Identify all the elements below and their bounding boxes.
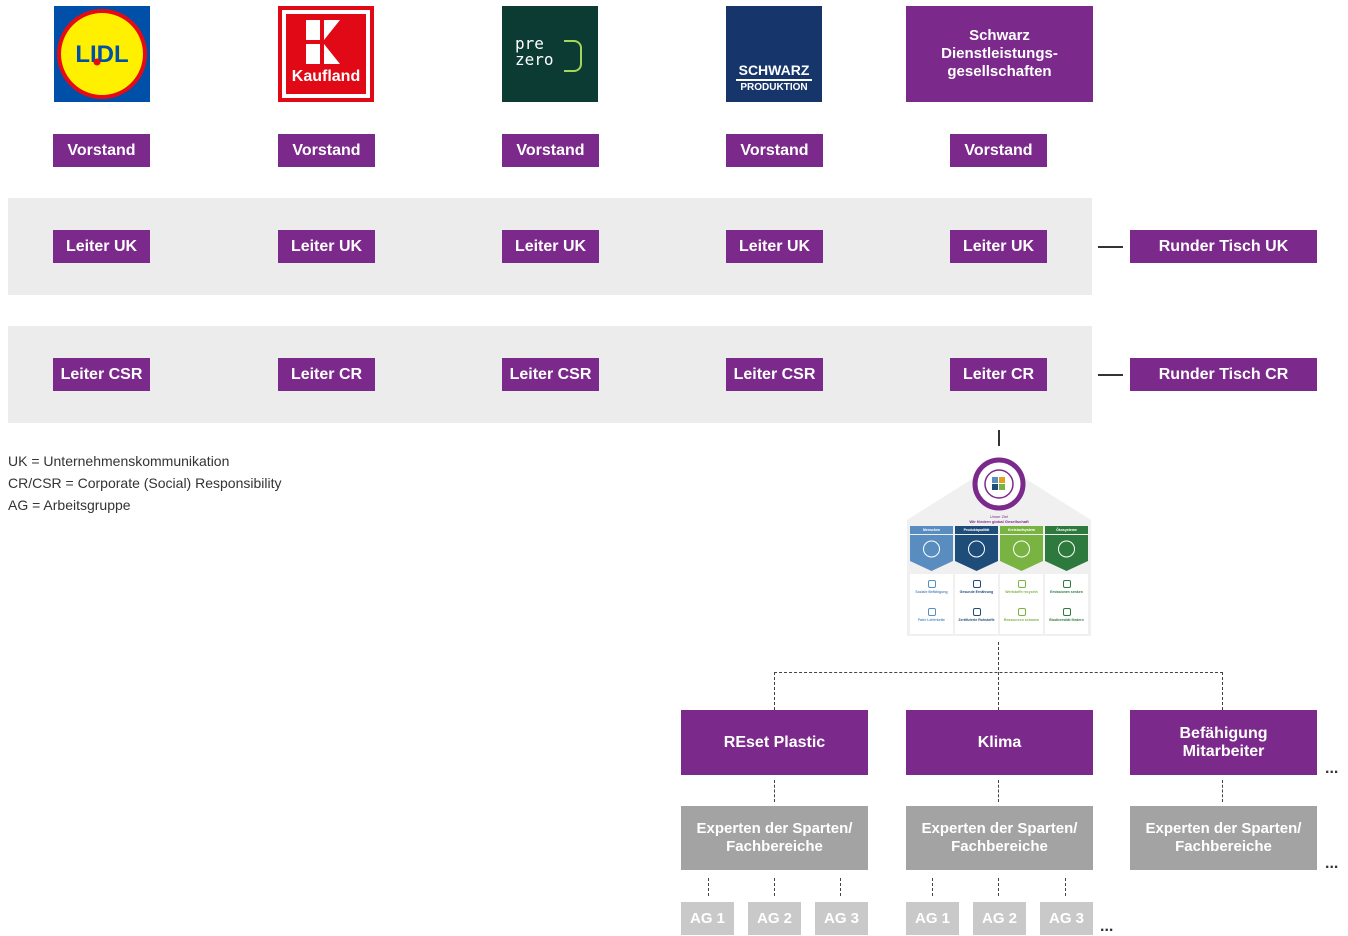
strategy-item: Ressourcen schonen <box>1003 618 1040 622</box>
leiter-uk-box: Leiter UK <box>726 230 823 263</box>
strategy-item: Zertifizierte Rohstoffe <box>958 618 995 622</box>
schwarz-dienstleistungen-logo: Schwarz Dienstleistungs-gesellschaften <box>906 6 1093 102</box>
dash-ag <box>1065 878 1066 896</box>
strategy-item: Wertstoffe recyceln <box>1005 590 1038 594</box>
vorstand-box: Vorstand <box>278 134 375 167</box>
strategy-pillar-label: Produktqualität <box>955 526 998 534</box>
leiter-uk-box: Leiter UK <box>950 230 1047 263</box>
kaufland-logo: Kaufland <box>278 6 374 102</box>
leiter-cr-box: Leiter CSR <box>726 358 823 391</box>
leiter-cr-box: Leiter CSR <box>502 358 599 391</box>
prezero-logo-text-bottom: zero <box>515 50 554 69</box>
dash-ag <box>708 878 709 896</box>
vorstand-box: Vorstand <box>726 134 823 167</box>
runder-tisch-uk: Runder Tisch UK <box>1130 230 1317 263</box>
strategy-to-workstreams-line <box>998 642 999 710</box>
strategy-item: Gesunde Ernährung <box>959 590 994 594</box>
strategy-item-icon <box>1017 608 1026 616</box>
schwarz-produktion-bottom: PRODUKTION <box>740 82 808 93</box>
kaufland-logo-text: Kaufland <box>291 68 361 85</box>
strategy-title-2: Wir fördern global Gesellschaft <box>969 519 1029 524</box>
workstream-klima: Klima <box>906 710 1093 775</box>
strategy-pillar: Kreislaufsystem Wertstoffe recyceln Resso… <box>1000 526 1043 634</box>
strategy-item-icon <box>972 580 981 588</box>
ag-ellipsis: ... <box>1100 918 1114 935</box>
strategy-pillar-icon <box>910 535 953 571</box>
strategy-item-icon <box>927 580 936 588</box>
strategy-item-icon <box>972 608 981 616</box>
vorstand-box: Vorstand <box>950 134 1047 167</box>
strategy-pillar-label: Kreislaufsystem <box>1000 526 1043 534</box>
legend-uk: UK = Unternehmenskommunikation <box>8 453 230 469</box>
strategy-item: Emissionen senken <box>1050 590 1083 594</box>
strategy-house-graphic: Unser Ziel Wir fördern global Gesellscha… <box>907 452 1091 636</box>
vorstand-box: Vorstand <box>53 134 150 167</box>
ag-box: AG 2 <box>748 902 801 935</box>
dash-ag <box>932 878 933 896</box>
experts-reset: Experten der Sparten/ Fachbereiche <box>681 806 868 870</box>
strategy-pillar-icon <box>1000 535 1043 571</box>
experts-klima: Experten der Sparten/ Fachbereiche <box>906 806 1093 870</box>
lidl-logo: LIDL <box>54 6 150 102</box>
strategy-pillar: Menschen Soziale Befähigung Faire Lieferk… <box>910 526 953 634</box>
cr-connector <box>1098 374 1123 376</box>
experts-befaehigung: Experten der Sparten/ Fachbereiche <box>1130 806 1317 870</box>
dash-ag <box>840 878 841 896</box>
workstream-befaehigung-mitarbeiter: Befähigung Mitarbeiter <box>1130 710 1317 775</box>
dash-klima-experts <box>998 780 999 802</box>
dash-ag <box>998 878 999 896</box>
dash-befaehigung-experts <box>1222 780 1223 802</box>
leiter-cr-box: Leiter CR <box>278 358 375 391</box>
strategy-item: Biodiversität fördern <box>1049 618 1084 622</box>
cr-to-strategy-line <box>998 430 1000 446</box>
legend-cr: CR/CSR = Corporate (Social) Responsibili… <box>8 475 282 491</box>
experts-ellipsis: ... <box>1325 855 1339 872</box>
strategy-item: Faire Lieferkette <box>917 618 946 622</box>
ag-box: AG 3 <box>1040 902 1093 935</box>
uk-connector <box>1098 246 1123 248</box>
workstreams-ellipsis: ... <box>1325 760 1339 777</box>
dash-to-befaehigung <box>1222 672 1223 710</box>
leiter-uk-box: Leiter UK <box>53 230 150 263</box>
workstreams-distribution-line <box>774 672 1223 673</box>
strategy-pillar: Ökosysteme Emissionen senken Biodiversitä… <box>1045 526 1088 634</box>
strategy-item-icon <box>1017 580 1026 588</box>
strategy-pillar: Produktqualität Gesunde Ernährung Zertifi… <box>955 526 998 634</box>
vorstand-box: Vorstand <box>502 134 599 167</box>
strategy-item-icon <box>927 608 936 616</box>
prezero-logo: pre zero <box>502 6 598 102</box>
strategy-pillar-icon <box>955 535 998 571</box>
runder-tisch-cr: Runder Tisch CR <box>1130 358 1317 391</box>
strategy-item-icon <box>1062 580 1071 588</box>
strategy-pillar-label: Ökosysteme <box>1045 526 1088 534</box>
leiter-cr-box: Leiter CSR <box>53 358 150 391</box>
leiter-uk-box: Leiter UK <box>278 230 375 263</box>
dash-to-reset <box>774 672 775 710</box>
schwarz-produktion-top: SCHWARZ <box>738 62 810 78</box>
dash-ag <box>774 878 775 896</box>
ag-box: AG 1 <box>906 902 959 935</box>
strategy-pillar-label: Menschen <box>910 526 953 534</box>
strategy-pillar-icon <box>1045 535 1088 571</box>
lidl-logo-text: LIDL <box>75 41 128 68</box>
ag-box: AG 1 <box>681 902 734 935</box>
dash-reset-experts <box>774 780 775 802</box>
ag-box: AG 2 <box>973 902 1026 935</box>
leiter-uk-box: Leiter UK <box>502 230 599 263</box>
schwarz-produktion-logo: SCHWARZ PRODUKTION <box>726 6 822 102</box>
legend-ag: AG = Arbeitsgruppe <box>8 497 131 513</box>
leiter-cr-box: Leiter CR <box>950 358 1047 391</box>
workstream-reset-plastic: REset Plastic <box>681 710 868 775</box>
strategy-item: Soziale Befähigung <box>915 590 948 594</box>
strategy-item-icon <box>1062 608 1071 616</box>
ag-box: AG 3 <box>815 902 868 935</box>
